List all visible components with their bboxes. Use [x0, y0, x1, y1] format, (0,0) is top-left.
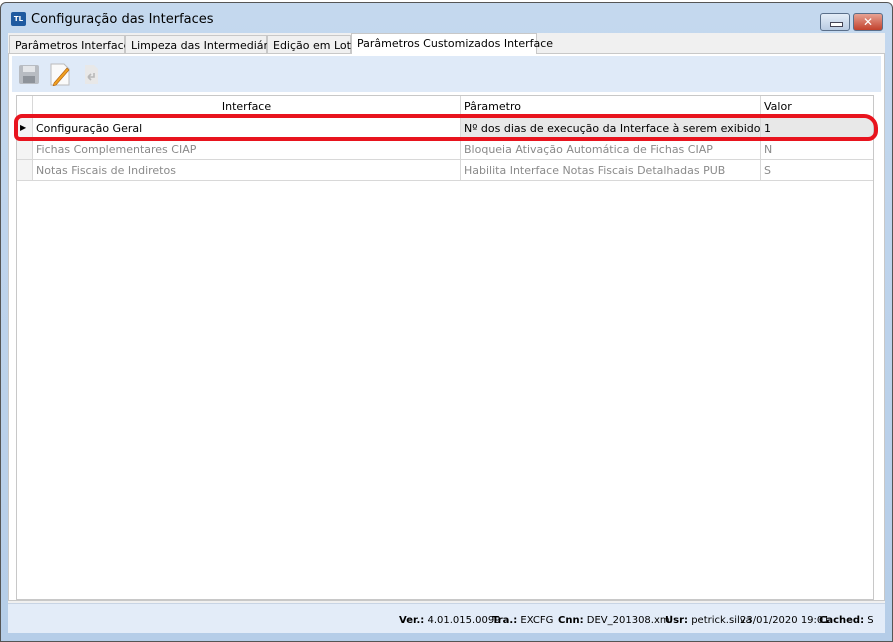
cell-valor[interactable]: S	[761, 160, 873, 180]
table-row[interactable]: ▶ Configuração Geral Nº dos dias de exec…	[17, 118, 873, 139]
cell-parametro[interactable]: Bloqueia Ativação Automática de Fichas C…	[461, 139, 761, 159]
row-indicator	[17, 139, 33, 159]
cnn-label: Cnn:	[558, 615, 584, 626]
cell-parametro[interactable]: Nº dos dias de execução da Interface à s…	[461, 118, 761, 138]
window-title: Configuração das Interfaces	[31, 12, 214, 27]
cell-parametro[interactable]: Habilita Interface Notas Fiscais Detalha…	[461, 160, 761, 180]
cell-interface[interactable]: Configuração Geral	[33, 118, 461, 138]
cell-valor[interactable]: N	[761, 139, 873, 159]
undo-icon[interactable]	[80, 62, 102, 86]
ver-label: Ver.:	[399, 615, 425, 626]
header-valor[interactable]: Valor	[761, 96, 873, 117]
client-area: Parâmetros Interface Limpeza das Interme…	[8, 33, 885, 633]
transaction: EXCFG	[520, 615, 554, 626]
header-parametro[interactable]: Pârametro	[461, 96, 761, 117]
app-icon: TL	[11, 12, 26, 26]
cell-interface[interactable]: Notas Fiscais de Indiretos	[33, 160, 461, 180]
row-indicator	[17, 160, 33, 180]
tab-parametros-customizados[interactable]: Parâmetros Customizados Interface	[351, 33, 553, 54]
toolbar	[12, 56, 881, 92]
window: TL Configuração das Interfaces ✕ Parâmet…	[0, 2, 893, 642]
cached: S	[867, 615, 874, 626]
header-interface[interactable]: Interface	[33, 96, 461, 117]
header-indicator	[17, 96, 33, 117]
tab-strip: Parâmetros Interface Limpeza das Interme…	[8, 33, 885, 54]
cached-label: Cached:	[819, 615, 865, 626]
cell-valor[interactable]: 1	[761, 118, 873, 138]
tab-panel: Interface Pârametro Valor ▶ Configuração…	[8, 53, 885, 601]
save-icon[interactable]	[18, 62, 40, 86]
close-button[interactable]: ✕	[853, 13, 883, 31]
grid-header: Interface Pârametro Valor	[17, 96, 873, 118]
status-bar: Ver.: 4.01.015.0099 Tra.: EXCFG Cnn: DEV…	[8, 603, 885, 633]
minimize-button[interactable]	[820, 13, 850, 31]
title-bar[interactable]: TL Configuração das Interfaces ✕	[1, 3, 892, 33]
tab-limpeza-intermediarias[interactable]: Limpeza das Intermediárias	[125, 35, 284, 54]
table-row[interactable]: Fichas Complementares CIAP Bloqueia Ativ…	[17, 139, 873, 160]
tra-label: Tra.:	[492, 615, 518, 626]
tab-edicao-lote[interactable]: Edição em Lote	[267, 35, 358, 54]
usr-label: Usr:	[665, 615, 689, 626]
datetime: 23/01/2020 19:01	[740, 615, 830, 626]
version: 4.01.015.0099	[427, 615, 501, 626]
edit-icon[interactable]	[49, 62, 71, 87]
parameters-grid: Interface Pârametro Valor ▶ Configuração…	[16, 95, 874, 600]
row-indicator-icon: ▶	[17, 118, 33, 138]
connection: DEV_201308.xml	[586, 615, 673, 626]
tab-parametros-interface[interactable]: Parâmetros Interface	[9, 35, 130, 54]
table-row[interactable]: Notas Fiscais de Indiretos Habilita Inte…	[17, 160, 873, 181]
cell-interface[interactable]: Fichas Complementares CIAP	[33, 139, 461, 159]
